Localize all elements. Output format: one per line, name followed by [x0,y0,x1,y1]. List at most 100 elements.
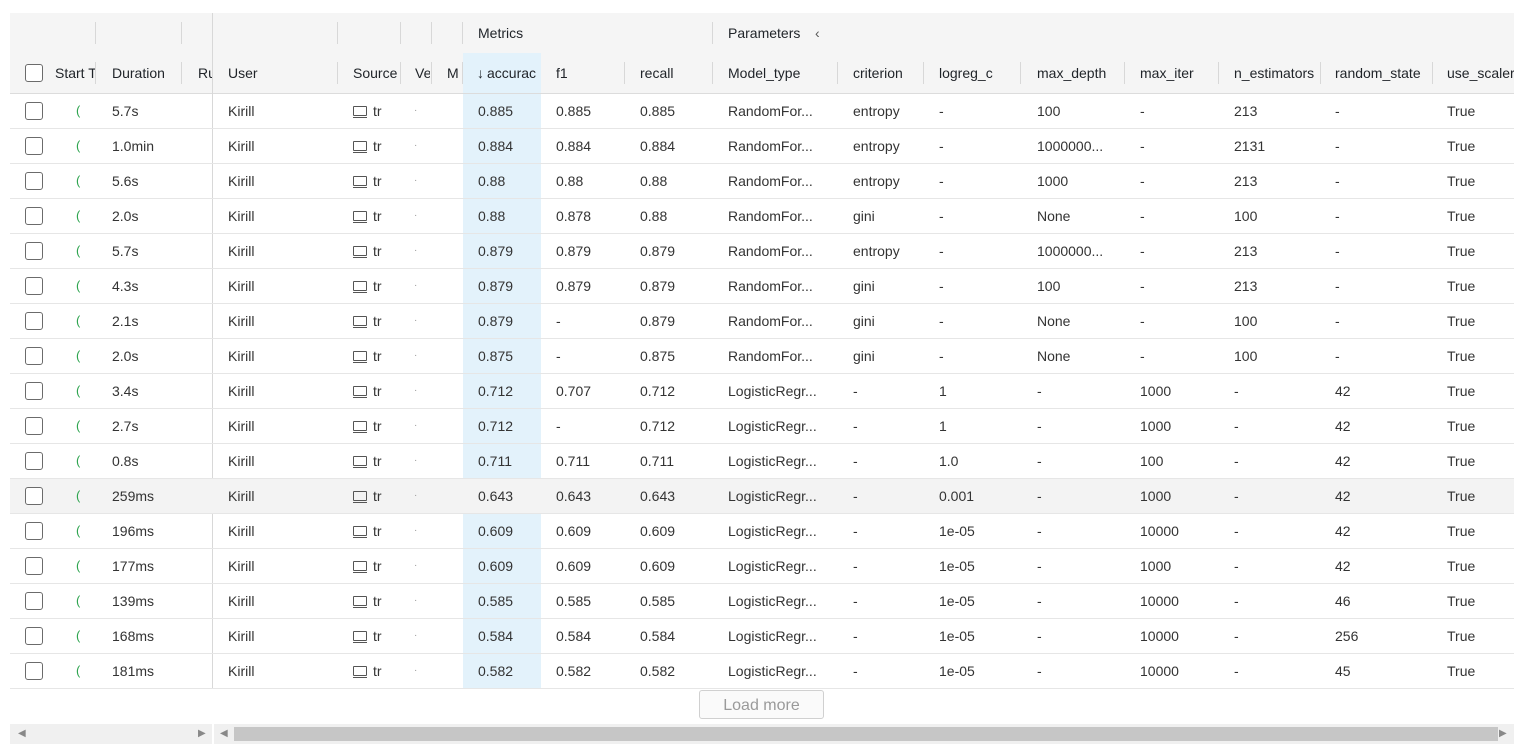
column-header-recall[interactable]: recall [640,53,710,93]
row-checkbox[interactable] [25,662,43,680]
table-row[interactable]: (tr · 5.6s Kirill 0.88 0.88 0.88 RandomFor... en… [10,164,1514,199]
row-checkbox[interactable] [25,277,43,295]
table-row[interactable]: (tr · 5.7s Kirill 0.879 0.879 0.879 RandomFor..… [10,234,1514,269]
row-checkbox[interactable] [25,557,43,575]
table-row[interactable]: (tr · 3.4s Kirill 0.712 0.707 0.712 LogisticReg… [10,374,1514,409]
column-divider[interactable] [1020,62,1021,84]
column-header-source[interactable]: Source [353,53,399,93]
pinned-horizontal-scrollbar[interactable] [10,724,212,744]
caret-left-icon[interactable]: ◀ [18,726,26,742]
column-header-accuracy[interactable]: ↓ accurac [463,53,541,93]
load-more-button[interactable]: Load more [699,690,824,719]
caret-right-icon[interactable]: ▶ [1499,726,1507,742]
column-header-n-estimators[interactable]: n_estimators [1234,53,1320,93]
source-cell[interactable]: tr [353,374,387,408]
source-cell[interactable]: tr [353,514,387,548]
table-row[interactable]: (tr · 196ms Kirill 0.609 0.609 0.609 LogisticRe… [10,514,1514,549]
source-cell[interactable]: tr [353,619,387,653]
user-cell[interactable]: Kirill [228,584,254,618]
user-cell[interactable]: Kirill [228,304,254,338]
user-cell[interactable]: Kirill [228,654,254,688]
source-cell[interactable]: tr [353,479,387,513]
row-checkbox[interactable] [25,382,43,400]
row-checkbox[interactable] [25,207,43,225]
user-cell[interactable]: Kirill [228,444,254,478]
table-row[interactable]: (tr · 139ms Kirill 0.585 0.585 0.585 LogisticRe… [10,584,1514,619]
row-checkbox[interactable] [25,522,43,540]
source-cell[interactable]: tr [353,234,387,268]
select-all-checkbox[interactable] [25,64,43,82]
column-header-run-name[interactable]: Ru [198,53,212,93]
column-divider[interactable] [1124,62,1125,84]
source-cell[interactable]: tr [353,94,387,128]
column-header-version[interactable]: Ve [415,53,430,93]
row-checkbox[interactable] [25,102,43,120]
caret-right-icon[interactable]: ▶ [198,726,206,742]
user-cell[interactable]: Kirill [228,199,254,233]
column-divider[interactable] [712,62,713,84]
column-header-criterion[interactable]: criterion [853,53,923,93]
column-divider[interactable] [95,62,96,84]
row-checkbox[interactable] [25,137,43,155]
table-row[interactable]: (tr · 4.3s Kirill 0.879 0.879 0.879 RandomFor..… [10,269,1514,304]
row-checkbox[interactable] [25,417,43,435]
user-cell[interactable]: Kirill [228,129,254,163]
column-divider[interactable] [337,62,338,84]
table-row[interactable]: (tr · 2.1s Kirill 0.879 - 0.879 RandomFor... gin… [10,304,1514,339]
column-divider[interactable] [1320,62,1321,84]
column-header-model-type[interactable]: Model_type [728,53,836,93]
table-row[interactable]: (tr · 2.0s Kirill 0.88 0.878 0.88 RandomFor... g… [10,199,1514,234]
column-header-models[interactable]: M [447,53,462,93]
column-divider[interactable] [624,62,625,84]
scrollbar-thumb[interactable] [234,727,1498,741]
user-cell[interactable]: Kirill [228,409,254,443]
column-header-logreg-c[interactable]: logreg_c [939,53,1019,93]
row-checkbox[interactable] [25,592,43,610]
source-cell[interactable]: tr [353,654,387,688]
source-cell[interactable]: tr [353,199,387,233]
table-row[interactable]: (tr · 177ms Kirill 0.609 0.609 0.609 LogisticRe… [10,549,1514,584]
user-cell[interactable]: Kirill [228,374,254,408]
row-checkbox[interactable] [25,347,43,365]
table-row[interactable]: (tr · 168ms Kirill 0.584 0.584 0.584 LogisticRe… [10,619,1514,654]
table-row[interactable]: (tr · 181ms Kirill 0.582 0.582 0.582 LogisticRe… [10,654,1514,689]
column-divider[interactable] [181,62,182,84]
row-checkbox[interactable] [25,452,43,470]
user-cell[interactable]: Kirill [228,514,254,548]
table-row[interactable]: (tr · 2.7s Kirill 0.712 - 0.712 LogisticRegr...… [10,409,1514,444]
source-cell[interactable]: tr [353,584,387,618]
column-divider[interactable] [400,62,401,84]
column-header-duration[interactable]: Duration [112,53,180,93]
table-row[interactable]: (tr · 5.7s Kirill 0.885 0.885 0.885 RandomFor..… [10,94,1514,129]
user-cell[interactable]: Kirill [228,94,254,128]
row-checkbox[interactable] [25,172,43,190]
column-header-user[interactable]: User [228,53,336,93]
table-row[interactable]: (tr · 1.0min Kirill 0.884 0.884 0.884 RandomFor… [10,129,1514,164]
source-cell[interactable]: tr [353,409,387,443]
column-header-f1[interactable]: f1 [556,53,624,93]
column-header-start-time[interactable]: Start T [55,53,95,93]
column-divider[interactable] [837,62,838,84]
row-checkbox[interactable] [25,312,43,330]
user-cell[interactable]: Kirill [228,164,254,198]
source-cell[interactable]: tr [353,164,387,198]
row-checkbox[interactable] [25,627,43,645]
source-cell[interactable]: tr [353,269,387,303]
user-cell[interactable]: Kirill [228,549,254,583]
column-divider[interactable] [923,62,924,84]
column-divider[interactable] [1218,62,1219,84]
table-row[interactable]: (tr · 2.0s Kirill 0.875 - 0.875 RandomFor... gin… [10,339,1514,374]
table-row[interactable]: (tr · 259ms Kirill 0.643 0.643 0.643 LogisticRe… [10,479,1514,514]
source-cell[interactable]: tr [353,129,387,163]
source-cell[interactable]: tr [353,549,387,583]
column-header-use-scaler[interactable]: use_scaler [1447,53,1514,93]
caret-left-icon[interactable]: ◀ [220,726,228,742]
column-header-max-iter[interactable]: max_iter [1140,53,1218,93]
row-checkbox[interactable] [25,242,43,260]
source-cell[interactable]: tr [353,339,387,373]
row-checkbox[interactable] [25,487,43,505]
column-header-random-state[interactable]: random_state [1335,53,1431,93]
chevron-left-icon[interactable]: ‹ [815,13,820,53]
source-cell[interactable]: tr [353,444,387,478]
column-header-max-depth[interactable]: max_depth [1037,53,1123,93]
